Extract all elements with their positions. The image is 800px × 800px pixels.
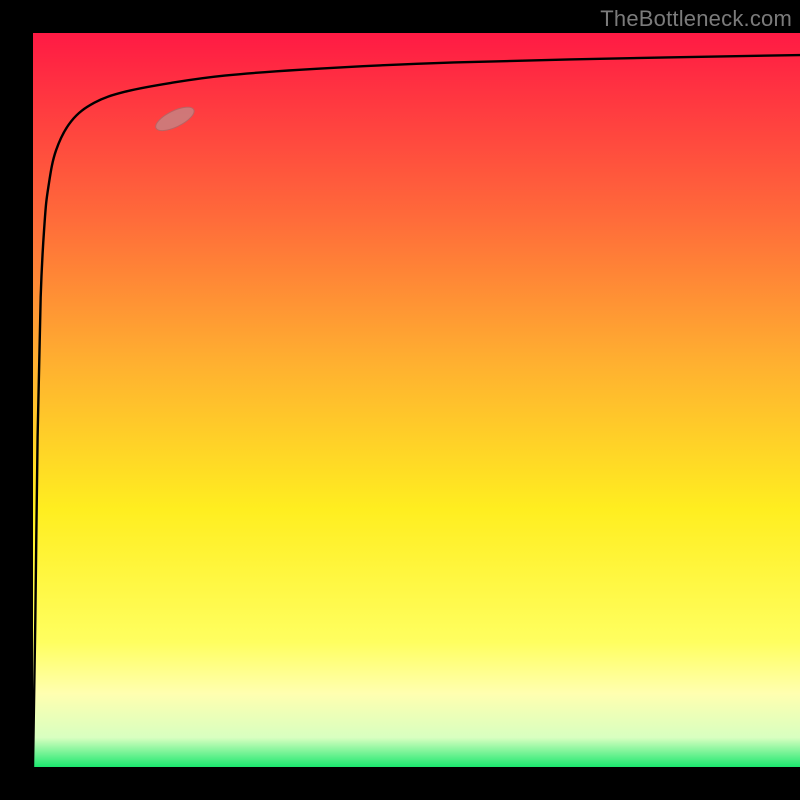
chart-svg	[33, 33, 800, 767]
chart-background	[33, 33, 800, 767]
attribution-text: TheBottleneck.com	[600, 6, 792, 32]
chart-plot-area	[33, 33, 800, 767]
